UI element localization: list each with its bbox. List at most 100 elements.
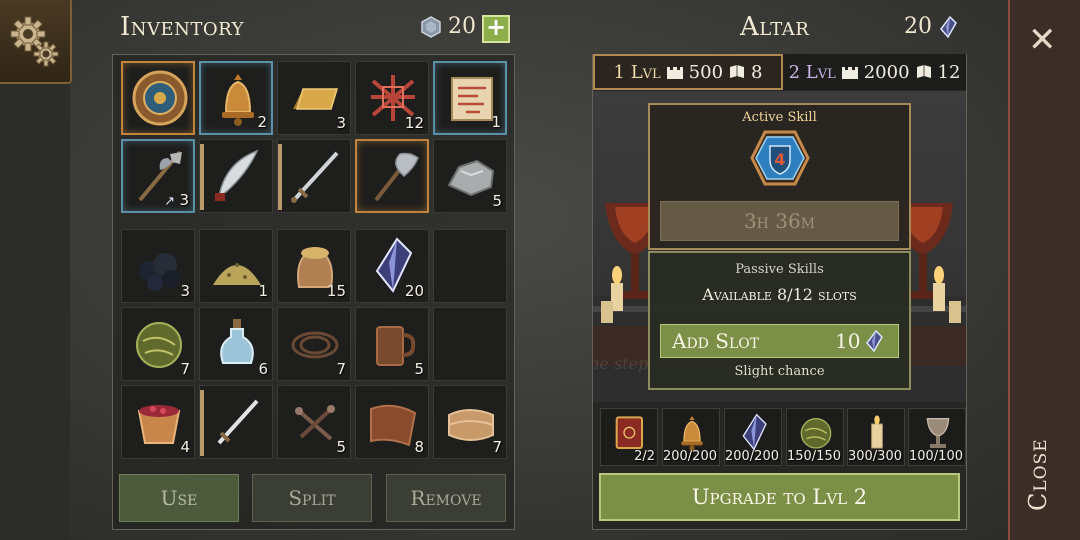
- active-skill-shield-icon[interactable]: 4: [750, 130, 810, 186]
- slot-badge: ↗: [164, 194, 175, 209]
- herb-ball-icon: [800, 418, 832, 449]
- inventory-slot[interactable]: [355, 139, 429, 213]
- tab-level-2-label: 2 Lvl: [788, 61, 836, 83]
- slot-quantity: 3: [180, 282, 190, 300]
- slot-quantity: 12: [404, 114, 424, 132]
- book-icon: [916, 65, 931, 78]
- add-slot-cost: 10: [835, 329, 886, 353]
- requirement-slot[interactable]: 100/100: [908, 408, 966, 466]
- requirement-slot[interactable]: 150/150: [786, 408, 844, 466]
- inventory-slot[interactable]: 3: [277, 61, 351, 135]
- slot-quantity: 5: [492, 192, 502, 210]
- slot-quantity: 3: [336, 114, 346, 132]
- requirement-quantity: 2/2: [634, 449, 655, 464]
- inventory-slot[interactable]: 1: [199, 229, 273, 303]
- crystal-icon: [742, 413, 767, 451]
- requirement-quantity: 200/200: [724, 449, 779, 464]
- inventory-slot[interactable]: 3 ↗: [121, 139, 195, 213]
- upgrade-button[interactable]: Upgrade to Lvl 2: [599, 473, 960, 521]
- castle-icon: [841, 67, 858, 79]
- tab-level-1-label: 1 Lvl: [613, 61, 661, 83]
- requirement-slot[interactable]: 200/200: [662, 408, 720, 466]
- slot-quantity: 1: [258, 282, 268, 300]
- tab-level-2-cost-2: 12: [937, 61, 961, 83]
- slot-quantity: 6: [258, 360, 268, 378]
- settings-button[interactable]: [0, 0, 72, 84]
- inventory-slot[interactable]: 5: [433, 139, 507, 213]
- close-label[interactable]: Close: [1024, 420, 1064, 530]
- skill-number: 4: [774, 150, 785, 169]
- tab-level-1-cost-2: 8: [751, 61, 763, 83]
- close-icon[interactable]: ✕: [1028, 20, 1057, 60]
- empty-inventory-slot[interactable]: [433, 307, 507, 381]
- add-slot-label: Add Slot: [672, 329, 760, 353]
- scimitar-icon: [215, 149, 259, 201]
- crystal-icon: [940, 15, 957, 38]
- inventory-slot[interactable]: 5: [355, 307, 429, 381]
- inventory-slot[interactable]: 8: [355, 385, 429, 459]
- inventory-slot[interactable]: 2: [199, 61, 273, 135]
- inventory-slot[interactable]: 4: [121, 385, 195, 459]
- empty-inventory-slot[interactable]: [433, 229, 507, 303]
- tab-level-1[interactable]: 1 Lvl 500 8: [593, 54, 783, 90]
- altar-title: Altar: [740, 12, 810, 42]
- castle-icon: [666, 67, 683, 79]
- bell-icon: [681, 416, 703, 451]
- slot-quantity: 5: [336, 438, 346, 456]
- battle-axe-icon: [374, 152, 419, 202]
- inventory-slot[interactable]: [199, 139, 273, 213]
- add-gems-button[interactable]: +: [482, 15, 510, 43]
- rarity-bar: [200, 390, 204, 456]
- chalice-icon: [926, 418, 950, 448]
- slot-quantity: 7: [180, 360, 190, 378]
- tab-level-2[interactable]: 2 Lvl 2000 12: [783, 54, 966, 90]
- inventory-slot[interactable]: [199, 385, 273, 459]
- rarity-bar: [200, 144, 204, 210]
- spell-book-icon: [615, 416, 643, 449]
- slot-quantity: 1: [491, 113, 501, 131]
- inventory-slot[interactable]: [277, 139, 351, 213]
- chance-label: Slight chance: [734, 364, 825, 379]
- inventory-slot[interactable]: 15: [277, 229, 351, 303]
- add-slot-cost-value: 10: [835, 329, 861, 353]
- inventory-slot[interactable]: 1: [433, 61, 507, 135]
- inventory-title: Inventory: [120, 12, 245, 42]
- requirement-quantity: 150/150: [786, 449, 841, 464]
- inventory-slot[interactable]: 20: [355, 229, 429, 303]
- use-button[interactable]: Use: [119, 474, 239, 522]
- inventory-slot[interactable]: 7: [121, 307, 195, 381]
- inventory-slot[interactable]: 6: [199, 307, 273, 381]
- remove-button[interactable]: Remove: [386, 474, 506, 522]
- available-slots-label: Available 8/12 slots: [702, 285, 857, 304]
- requirement-quantity: 100/100: [908, 449, 963, 464]
- passive-skills-label: Passive Skills: [735, 262, 824, 277]
- altar-crystal-counter: 20: [904, 14, 960, 39]
- slot-quantity: 7: [492, 438, 502, 456]
- split-button[interactable]: Split: [252, 474, 372, 522]
- requirement-slot[interactable]: 2/2: [600, 408, 658, 466]
- slot-quantity: 3: [179, 191, 189, 209]
- inventory-slot[interactable]: 5: [277, 385, 351, 459]
- round-shield-icon: [132, 70, 188, 126]
- requirement-slot[interactable]: 300/300: [847, 408, 905, 466]
- gem-coin-icon: [421, 15, 441, 38]
- requirement-quantity: 300/300: [847, 449, 902, 464]
- gem-counter: 20: [420, 14, 476, 39]
- requirement-quantity: 200/200: [662, 449, 717, 464]
- inventory-slot[interactable]: 7: [433, 385, 507, 459]
- requirement-slot[interactable]: 200/200: [724, 408, 782, 466]
- inventory-slot[interactable]: 12: [355, 61, 429, 135]
- skill-timer: 3h 36m: [660, 201, 899, 241]
- tab-level-1-cost-1: 500: [688, 61, 724, 83]
- book-icon: [730, 65, 745, 78]
- gear-icon: [10, 16, 59, 67]
- slot-quantity: 5: [414, 360, 424, 378]
- steel-sword-icon: [217, 399, 259, 445]
- inventory-slot[interactable]: [121, 61, 195, 135]
- gem-count-value: 20: [448, 14, 476, 39]
- slot-quantity: 4: [180, 438, 190, 456]
- inventory-slot[interactable]: 3: [121, 229, 195, 303]
- inventory-slot[interactable]: 7: [277, 307, 351, 381]
- left-edge-strip: [0, 84, 70, 540]
- slot-quantity: 2: [257, 113, 267, 131]
